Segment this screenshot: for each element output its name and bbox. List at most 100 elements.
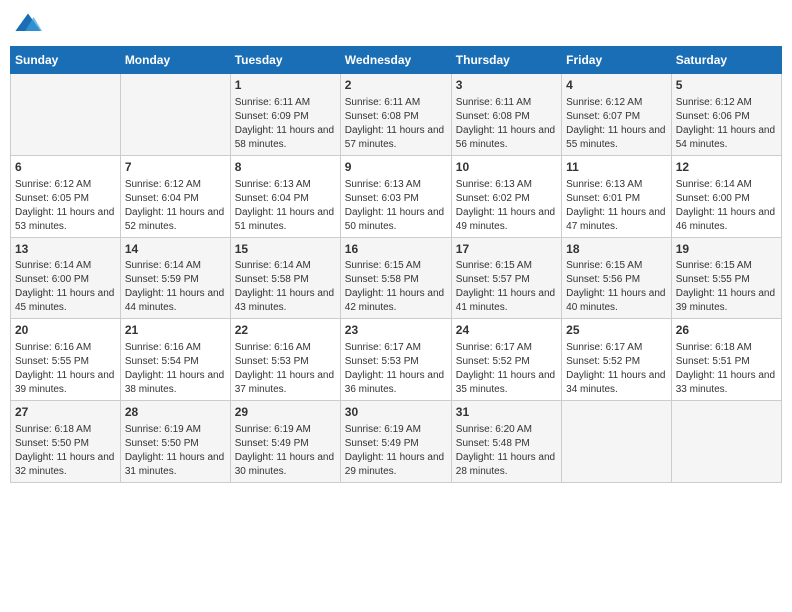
sunset-text: Sunset: 5:58 PM	[345, 274, 419, 285]
sunset-text: Sunset: 5:49 PM	[235, 438, 309, 449]
sunrise-text: Sunrise: 6:14 AM	[125, 260, 201, 271]
calendar-cell: 27Sunrise: 6:18 AMSunset: 5:50 PMDayligh…	[11, 401, 121, 483]
sunset-text: Sunset: 6:03 PM	[345, 193, 419, 204]
day-number: 28	[125, 404, 226, 421]
day-number: 4	[566, 77, 667, 94]
daylight-text: Daylight: 11 hours and 43 minutes.	[235, 288, 334, 313]
sunrise-text: Sunrise: 6:19 AM	[235, 424, 311, 435]
calendar-cell: 29Sunrise: 6:19 AMSunset: 5:49 PMDayligh…	[230, 401, 340, 483]
calendar-cell: 13 Sunrise: 6:14 AM Sunset: 6:00 PM Dayligh…	[11, 237, 121, 319]
day-number: 7	[125, 159, 226, 176]
sunrise-text: Sunrise: 6:15 AM	[566, 260, 642, 271]
daylight-text: Daylight: 11 hours and 50 minutes.	[345, 207, 444, 232]
col-thursday: Thursday	[451, 47, 561, 74]
day-number: 18	[566, 241, 667, 258]
sunrise-text: Sunrise: 6:11 AM	[235, 97, 310, 108]
daylight-text: Daylight: 11 hours and 33 minutes.	[676, 370, 775, 395]
sunrise-text: Sunrise: 6:18 AM	[676, 342, 752, 353]
sunrise-text: Sunrise: 6:12 AM	[676, 97, 752, 108]
calendar-cell: 9Sunrise: 6:13 AMSunset: 6:03 PMDaylight…	[340, 155, 451, 237]
sunset-text: Sunset: 6:00 PM	[15, 274, 89, 285]
day-number: 2	[345, 77, 447, 94]
sunrise-text: Sunrise: 6:13 AM	[456, 179, 532, 190]
calendar-body: 1Sunrise: 6:11 AMSunset: 6:09 PMDaylight…	[11, 74, 782, 483]
daylight-text: Daylight: 11 hours and 49 minutes.	[456, 207, 555, 232]
sunset-text: Sunset: 5:53 PM	[345, 356, 419, 367]
sunset-text: Sunset: 5:53 PM	[235, 356, 309, 367]
calendar-cell: 6 Sunrise: 6:12 AM Sunset: 6:05 PM Daylight…	[11, 155, 121, 237]
calendar-cell: 23Sunrise: 6:17 AMSunset: 5:53 PMDayligh…	[340, 319, 451, 401]
sunset-text: Sunset: 5:49 PM	[345, 438, 419, 449]
day-number: 26	[676, 322, 777, 339]
col-monday: Monday	[120, 47, 230, 74]
page-header	[10, 10, 782, 38]
sunset-text: Sunset: 6:04 PM	[125, 193, 199, 204]
sunset-text: Sunset: 6:05 PM	[15, 193, 89, 204]
calendar-cell: 17Sunrise: 6:15 AMSunset: 5:57 PMDayligh…	[451, 237, 561, 319]
daylight-text: Daylight: 11 hours and 41 minutes.	[456, 288, 555, 313]
day-number: 21	[125, 322, 226, 339]
daylight-text: Daylight: 11 hours and 45 minutes.	[15, 288, 114, 313]
daylight-text: Daylight: 11 hours and 34 minutes.	[566, 370, 665, 395]
sunrise-text: Sunrise: 6:16 AM	[235, 342, 311, 353]
sunset-text: Sunset: 5:56 PM	[566, 274, 640, 285]
daylight-text: Daylight: 11 hours and 58 minutes.	[235, 125, 334, 150]
sunrise-text: Sunrise: 6:14 AM	[15, 260, 91, 271]
daylight-text: Daylight: 11 hours and 39 minutes.	[676, 288, 775, 313]
calendar-week-4: 20Sunrise: 6:16 AMSunset: 5:55 PMDayligh…	[11, 319, 782, 401]
day-number: 8	[235, 159, 336, 176]
daylight-text: Daylight: 11 hours and 35 minutes.	[456, 370, 555, 395]
daylight-text: Daylight: 11 hours and 53 minutes.	[15, 207, 114, 232]
sunrise-text: Sunrise: 6:17 AM	[345, 342, 421, 353]
calendar-cell: 14Sunrise: 6:14 AMSunset: 5:59 PMDayligh…	[120, 237, 230, 319]
col-sunday: Sunday	[11, 47, 121, 74]
daylight-text: Daylight: 11 hours and 37 minutes.	[235, 370, 334, 395]
calendar-week-3: 13 Sunrise: 6:14 AM Sunset: 6:00 PM Dayligh…	[11, 237, 782, 319]
calendar-cell: 15Sunrise: 6:14 AMSunset: 5:58 PMDayligh…	[230, 237, 340, 319]
calendar-cell: 24Sunrise: 6:17 AMSunset: 5:52 PMDayligh…	[451, 319, 561, 401]
calendar-week-2: 6 Sunrise: 6:12 AM Sunset: 6:05 PM Daylight…	[11, 155, 782, 237]
sunrise-text: Sunrise: 6:18 AM	[15, 424, 91, 435]
daylight-text: Daylight: 11 hours and 31 minutes.	[125, 452, 224, 477]
day-number: 31	[456, 404, 557, 421]
sunrise-text: Sunrise: 6:15 AM	[345, 260, 421, 271]
day-number: 6	[15, 159, 116, 176]
day-number: 5	[676, 77, 777, 94]
calendar-week-1: 1Sunrise: 6:11 AMSunset: 6:09 PMDaylight…	[11, 74, 782, 156]
day-number: 10	[456, 159, 557, 176]
sunset-text: Sunset: 5:54 PM	[125, 356, 199, 367]
day-number: 12	[676, 159, 777, 176]
daylight-text: Daylight: 11 hours and 38 minutes.	[125, 370, 224, 395]
sunset-text: Sunset: 5:50 PM	[125, 438, 199, 449]
sunset-text: Sunset: 5:51 PM	[676, 356, 750, 367]
calendar-cell: 7Sunrise: 6:12 AMSunset: 6:04 PMDaylight…	[120, 155, 230, 237]
calendar-cell: 12Sunrise: 6:14 AMSunset: 6:00 PMDayligh…	[671, 155, 781, 237]
calendar-cell	[11, 74, 121, 156]
calendar-cell	[562, 401, 672, 483]
header-row: Sunday Monday Tuesday Wednesday Thursday…	[11, 47, 782, 74]
calendar-cell: 30Sunrise: 6:19 AMSunset: 5:49 PMDayligh…	[340, 401, 451, 483]
calendar-cell: 19Sunrise: 6:15 AMSunset: 5:55 PMDayligh…	[671, 237, 781, 319]
daylight-text: Daylight: 11 hours and 46 minutes.	[676, 207, 775, 232]
sunrise-text: Sunrise: 6:12 AM	[15, 179, 91, 190]
sunrise-text: Sunrise: 6:19 AM	[345, 424, 421, 435]
calendar-cell: 20Sunrise: 6:16 AMSunset: 5:55 PMDayligh…	[11, 319, 121, 401]
calendar-cell: 26 Sunrise: 6:18 AM Sunset: 5:51 PM Dayligh…	[671, 319, 781, 401]
daylight-text: Daylight: 11 hours and 30 minutes.	[235, 452, 334, 477]
sunrise-text: Sunrise: 6:12 AM	[566, 97, 642, 108]
calendar-cell: 3Sunrise: 6:11 AMSunset: 6:08 PMDaylight…	[451, 74, 561, 156]
sunrise-text: Sunrise: 6:11 AM	[456, 97, 531, 108]
calendar-cell: 25Sunrise: 6:17 AMSunset: 5:52 PMDayligh…	[562, 319, 672, 401]
day-number: 14	[125, 241, 226, 258]
day-number: 30	[345, 404, 447, 421]
day-number: 24	[456, 322, 557, 339]
calendar-cell: 4Sunrise: 6:12 AMSunset: 6:07 PMDaylight…	[562, 74, 672, 156]
daylight-text: Daylight: 11 hours and 40 minutes.	[566, 288, 665, 313]
calendar-cell	[120, 74, 230, 156]
daylight-text: Daylight: 11 hours and 42 minutes.	[345, 288, 444, 313]
sunrise-text: Sunrise: 6:14 AM	[235, 260, 311, 271]
day-number: 23	[345, 322, 447, 339]
day-number: 13	[15, 241, 116, 258]
calendar-cell: 1Sunrise: 6:11 AMSunset: 6:09 PMDaylight…	[230, 74, 340, 156]
day-number: 17	[456, 241, 557, 258]
